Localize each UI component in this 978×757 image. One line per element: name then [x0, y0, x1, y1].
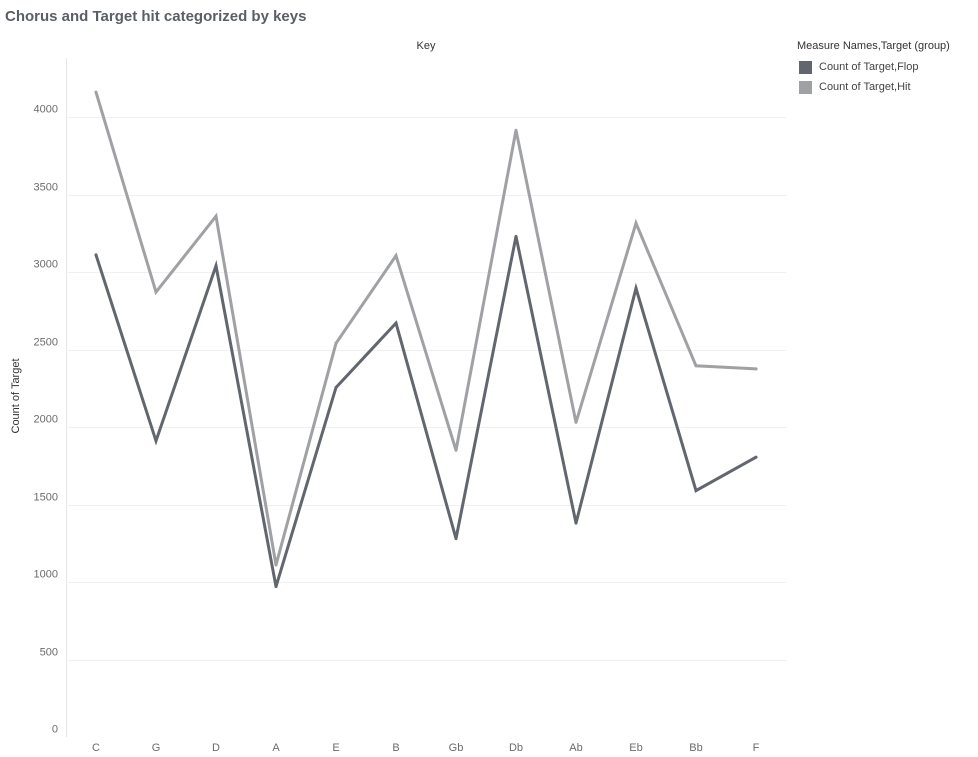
data-point-flop-ab	[574, 521, 578, 525]
x-tick-label: A	[272, 742, 280, 754]
data-point-hit-eb	[634, 221, 638, 225]
data-point-flop-f	[754, 455, 758, 459]
data-point-hit-gb	[454, 448, 458, 452]
y-tick-label: 0	[52, 724, 58, 736]
data-point-hit-f	[754, 367, 758, 371]
data-point-flop-g	[154, 439, 158, 443]
y-tick-label: 1000	[34, 569, 58, 581]
x-tick-label: Bb	[689, 742, 702, 754]
data-point-hit-e	[334, 341, 338, 345]
y-tick-label: 3500	[34, 182, 58, 194]
data-point-hit-b	[394, 254, 398, 258]
data-point-hit-a	[274, 563, 278, 567]
y-tick-label: 4000	[34, 104, 58, 116]
y-tick-label: 2500	[34, 337, 58, 349]
data-point-flop-db	[514, 234, 518, 238]
data-point-flop-e	[334, 386, 338, 389]
x-tick-label: Eb	[629, 742, 642, 754]
x-tick-label: G	[152, 742, 161, 754]
line-chart: 0 500 1000 1500 2000 2500 3000 3500 4000 C G D A E B Gb…	[10, 58, 786, 754]
data-point-hit-ab	[574, 420, 578, 424]
y-tick-label: 3000	[34, 259, 58, 271]
x-tick-label: C	[92, 742, 100, 754]
x-tick-label: Db	[509, 742, 523, 754]
y-tick-label: 2000	[34, 414, 58, 426]
data-point-flop-eb	[634, 286, 638, 290]
x-tick-label: Ab	[569, 742, 582, 754]
data-point-hit-d	[214, 214, 218, 218]
data-point-flop-a	[274, 585, 278, 589]
data-point-hit-db	[514, 128, 518, 132]
data-point-flop-bb	[694, 489, 698, 493]
data-point-hit-bb	[694, 364, 698, 368]
y-tick-label: 1500	[34, 492, 58, 504]
x-tick-label: E	[332, 742, 339, 754]
x-tick-label: D	[212, 742, 220, 754]
data-point-flop-d	[214, 264, 218, 268]
y-tick-label: 500	[40, 647, 58, 659]
series-line-flop	[94, 236, 758, 588]
data-point-hit-g	[154, 290, 158, 294]
data-point-hit-c	[94, 90, 98, 94]
data-point-flop-c	[94, 253, 98, 257]
x-tick-label: B	[392, 742, 399, 754]
x-tick-label: F	[753, 742, 760, 754]
data-point-flop-gb	[454, 537, 458, 541]
x-tick-label: Gb	[449, 742, 464, 754]
data-point-flop-b	[394, 321, 398, 325]
y-axis-title: Count of Target	[10, 358, 22, 433]
